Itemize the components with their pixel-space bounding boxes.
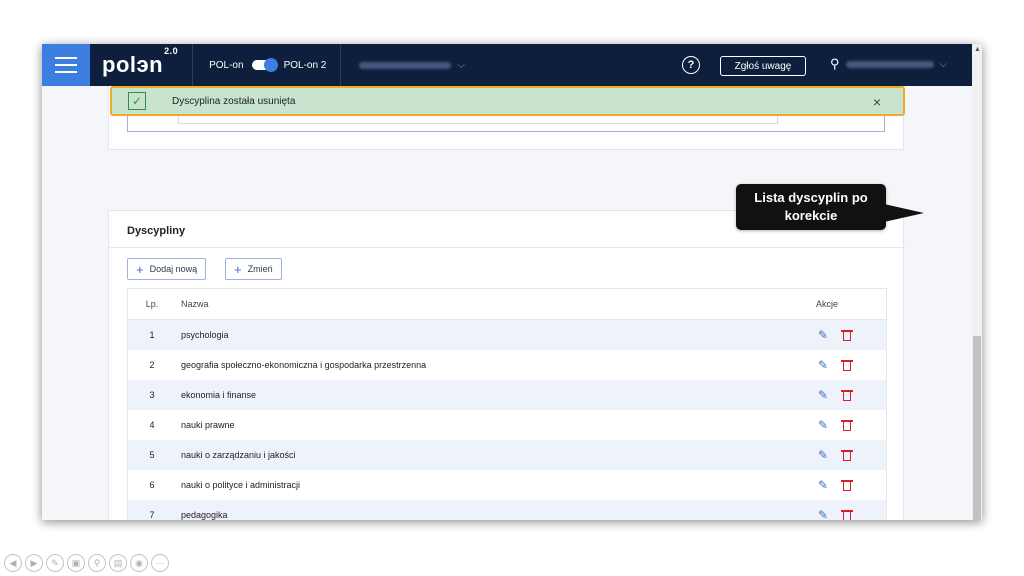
row-name: geografia społeczno-ekonomiczna i gospod… [181,360,427,370]
section-divider [109,247,905,248]
annotation-callout: Lista dyscyplin po korekcie [736,184,886,230]
disciplines-table: Lp. Nazwa Akcje 1 psychologia ✎ 2 geogra… [127,288,887,520]
delete-trash-icon[interactable] [841,449,854,461]
chevron-down-icon: ⌵ [939,58,948,70]
logo-version: 2.0 [164,45,179,56]
camera-icon[interactable]: ◉ [130,554,148,572]
subtitles-icon[interactable]: ▤ [109,554,127,572]
row-actions: ✎ [816,358,886,372]
user-menu[interactable]: ⚲ ⌵ [830,56,947,72]
table-row: 6 nauki o polityce i administracji ✎ [128,470,886,500]
divider [192,44,194,86]
callout-line-1: Lista dyscyplin po [754,190,868,205]
table-body: 1 psychologia ✎ 2 geografia społeczno-ek… [128,320,886,520]
chevron-down-icon: ⌵ [457,59,465,71]
edit-pencil-icon[interactable]: ✎ [818,418,828,432]
plus-icon: + [136,261,144,277]
polon-logo[interactable]: polэn2.0 [102,46,178,78]
slideshow-controls: ◀ ▶ ✎ ▣ ⚲ ▤ ◉ ⋯ [4,554,169,572]
edit-pencil-icon[interactable]: ✎ [818,448,828,462]
edit-pencil-icon[interactable]: ✎ [818,358,828,372]
zoom-icon[interactable]: ⚲ [88,554,106,572]
user-icon: ⚲ [830,56,840,71]
user-name-redacted [845,60,934,68]
edit-pencil-icon[interactable]: ✎ [818,328,828,342]
delete-trash-icon[interactable] [841,479,854,491]
section-title: Dyscypliny [127,225,186,237]
institution-selector[interactable]: ⌵ [359,60,465,71]
toggle-switch[interactable] [251,58,278,72]
delete-trash-icon[interactable] [841,389,854,401]
row-name: nauki prawne [181,420,235,430]
row-lp: 5 [149,450,155,460]
column-header-lp: Lp. [145,299,159,309]
top-navigation-bar: polэn2.0 POL-on POL-on 2 ⌵ ? Zgłoś uwagę… [42,44,972,86]
delete-trash-icon[interactable] [841,509,854,520]
logo-text: polэn [102,52,164,77]
table-row: 5 nauki o zarządzaniu i jakości ✎ [128,440,886,470]
table-row: 4 nauki prawne ✎ [128,410,886,440]
check-icon: ✓ [128,92,146,110]
help-icon[interactable]: ? [682,56,700,74]
row-name: nauki o polityce i administracji [181,480,301,490]
institution-name-redacted [359,61,452,69]
row-lp: 2 [149,360,155,370]
toggle-knob [263,58,278,72]
more-icon[interactable]: ⋯ [151,554,169,572]
row-lp: 6 [149,480,155,490]
callout-line-2: korekcie [784,208,838,223]
delete-trash-icon[interactable] [841,329,854,341]
divider [340,44,342,86]
success-toast: ✓ Dyscyplina została usunięta × [110,86,905,116]
edit-pencil-icon[interactable]: ✎ [818,388,828,402]
table-header: Lp. Nazwa Akcje [128,289,886,320]
row-actions: ✎ [816,388,886,402]
next-icon[interactable]: ▶ [25,554,43,572]
disciplines-card: Dyscypliny + Dodaj nową + Zmień Lp. Nazw… [108,210,905,520]
plus-icon: + [234,261,242,277]
edit-pencil-icon[interactable]: ✎ [818,478,828,492]
row-name: ekonomia i finanse [181,390,257,400]
report-issue-button[interactable]: Zgłoś uwagę [720,56,806,76]
system-toggle[interactable]: POL-on POL-on 2 [209,58,327,72]
scrollbar-thumb[interactable] [973,336,981,520]
row-lp: 3 [149,390,155,400]
table-row: 3 ekonomia i finanse ✎ [128,380,886,410]
previous-icon[interactable]: ◀ [4,554,22,572]
slides-icon[interactable]: ▣ [67,554,85,572]
row-actions: ✎ [816,448,886,462]
row-lp: 4 [149,420,155,430]
table-row: 2 geografia społeczno-ekonomiczna i gosp… [128,350,886,380]
callout-pointer [884,204,924,222]
pen-icon[interactable]: ✎ [46,554,64,572]
row-lp: 1 [149,330,155,340]
change-label: Zmień [247,264,273,274]
row-lp: 7 [149,510,155,520]
change-button[interactable]: + Zmień [225,258,282,280]
toast-message: Dyscyplina została usunięta [172,95,296,107]
row-name: pedagogika [181,510,228,520]
table-row: 7 pedagogika ✎ [128,500,886,520]
delete-trash-icon[interactable] [841,419,854,431]
delete-trash-icon[interactable] [841,359,854,371]
vertical-scrollbar[interactable]: ▲ [972,44,982,520]
toggle-label-left: POL-on [209,59,244,71]
row-name: nauki o zarządzaniu i jakości [181,450,296,460]
hamburger-menu-icon[interactable] [42,44,90,86]
row-actions: ✎ [816,418,886,432]
table-row: 1 psychologia ✎ [128,320,886,350]
scroll-up-icon[interactable]: ▲ [974,46,981,53]
column-header-actions: Akcje [816,299,839,309]
add-new-label: Dodaj nową [149,264,198,274]
row-name: psychologia [181,330,229,340]
row-actions: ✎ [816,508,886,520]
edit-pencil-icon[interactable]: ✎ [818,508,828,520]
add-new-button[interactable]: + Dodaj nową [127,258,207,280]
column-header-name: Nazwa [181,299,209,309]
close-icon[interactable]: × [873,94,881,110]
row-actions: ✎ [816,328,886,342]
page-content: Dyscypliny + Dodaj nową + Zmień Lp. Nazw… [42,86,972,520]
toggle-label-right: POL-on 2 [283,59,327,71]
row-actions: ✎ [816,478,886,492]
